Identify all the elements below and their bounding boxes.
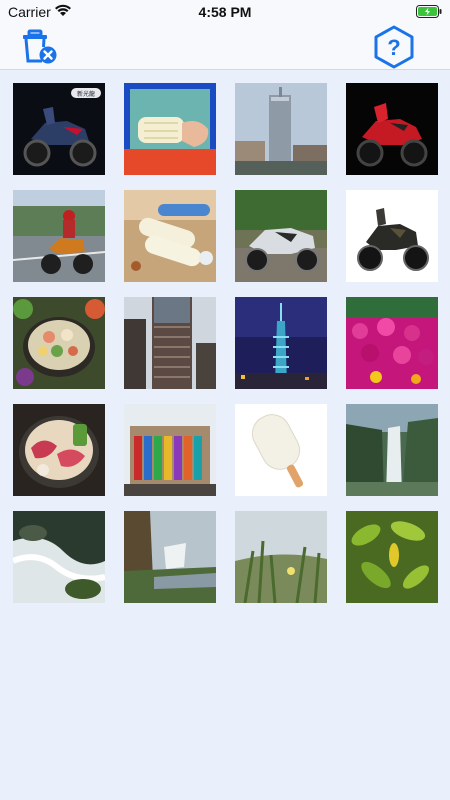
photo-tile[interactable] — [235, 83, 327, 175]
glass-tower-image — [124, 297, 216, 389]
status-bar: Carrier 4:58 PM — [0, 0, 450, 24]
hotpot-image — [13, 297, 105, 389]
photo-tile[interactable] — [13, 404, 105, 496]
photo-tile[interactable] — [124, 83, 216, 175]
battery-charging-icon — [416, 5, 442, 21]
grass-image — [235, 511, 327, 603]
flowers-image — [346, 297, 438, 389]
photo-tile[interactable] — [124, 297, 216, 389]
photo-tile[interactable]: 新光龍 — [13, 83, 105, 175]
delete-trash-icon[interactable] — [20, 28, 60, 66]
photo-tile[interactable] — [13, 190, 105, 282]
help-glyph: ? — [387, 35, 400, 60]
help-question-icon[interactable]: ? — [370, 24, 418, 70]
photo-tile[interactable] — [346, 297, 438, 389]
green-leaves-image — [346, 511, 438, 603]
photo-tile[interactable] — [13, 511, 105, 603]
rider-image — [13, 190, 105, 282]
white-popsicle-image — [235, 404, 327, 496]
photo-tile[interactable] — [124, 404, 216, 496]
photo-tile[interactable] — [346, 404, 438, 496]
photo-tile[interactable] — [346, 190, 438, 282]
photo-tile[interactable] — [235, 404, 327, 496]
motorcycle-image — [235, 190, 327, 282]
taipei-101-image — [235, 297, 327, 389]
photo-tile[interactable] — [235, 511, 327, 603]
photo-tile[interactable] — [346, 83, 438, 175]
colorful-building-image — [124, 404, 216, 496]
photo-tile[interactable] — [235, 190, 327, 282]
photo-tile[interactable] — [346, 511, 438, 603]
motorcycle-image — [346, 190, 438, 282]
waterfall-image — [346, 404, 438, 496]
motorcycle-image: 新光龍 — [13, 83, 105, 175]
city-skyscraper-image — [235, 83, 327, 175]
waterfall-canyon-image — [124, 511, 216, 603]
navigation-bar: ? — [0, 24, 450, 70]
popsicles-image — [124, 190, 216, 282]
hotpot-meat-image — [13, 404, 105, 496]
photo-tile[interactable] — [124, 511, 216, 603]
river-stream-image — [13, 511, 105, 603]
photo-badge: 新光龍 — [77, 90, 95, 98]
motorcycle-image — [346, 83, 438, 175]
clock-time: 4:58 PM — [198, 4, 252, 20]
photo-tile[interactable] — [235, 297, 327, 389]
photo-tile[interactable] — [13, 297, 105, 389]
photo-tile[interactable] — [124, 190, 216, 282]
popsicle-image — [124, 83, 216, 175]
